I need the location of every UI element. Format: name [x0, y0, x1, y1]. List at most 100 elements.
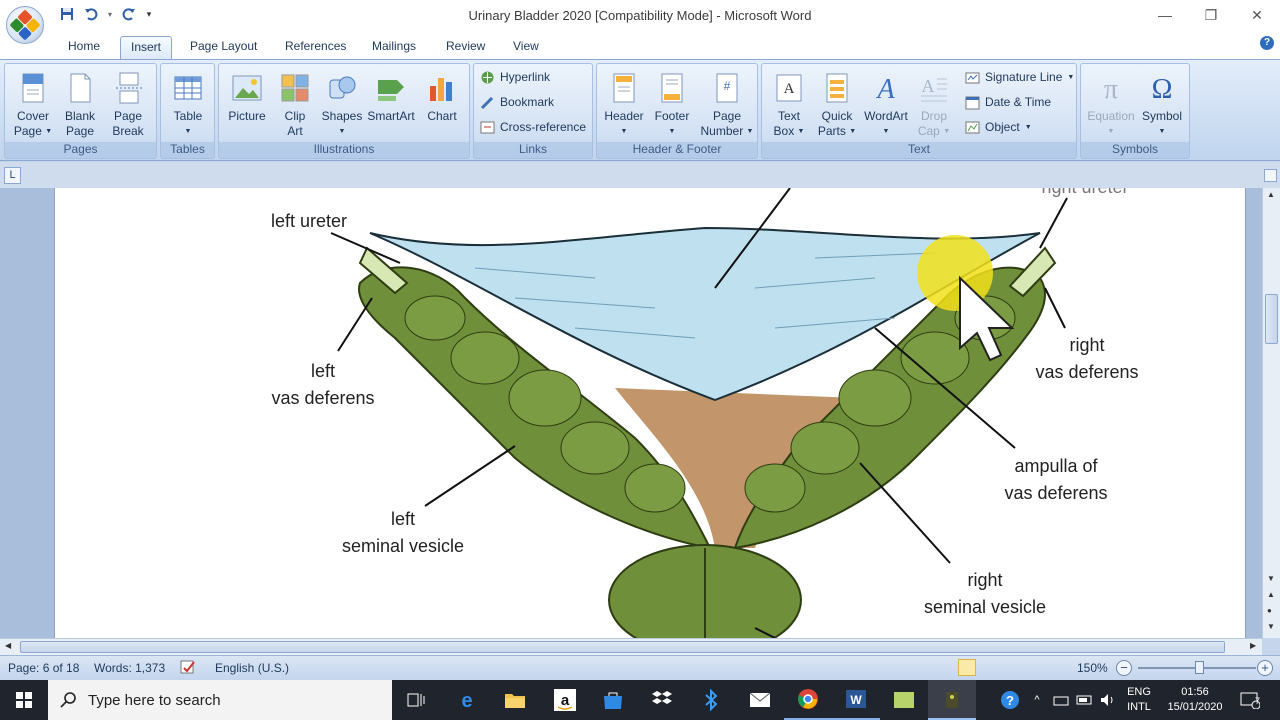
- svg-text:π: π: [1104, 74, 1118, 104]
- tray-chevron-icon[interactable]: ^: [1027, 680, 1047, 720]
- cross-reference-icon: [480, 121, 495, 133]
- picture-button[interactable]: Picture: [223, 68, 271, 124]
- proofing-icon[interactable]: [180, 659, 198, 678]
- group-symbols: π Equation ▼ Ω Symbol ▼ Symbols: [1080, 63, 1190, 159]
- urinary-bladder-diagram[interactable]: [55, 188, 1246, 638]
- scroll-down-icon[interactable]: ▼: [1267, 574, 1275, 583]
- smartart-button[interactable]: SmartArt: [367, 68, 415, 124]
- select-browse-object-icon[interactable]: ●: [1267, 606, 1272, 615]
- view-ruler-icon[interactable]: [1264, 169, 1277, 182]
- page-break-button[interactable]: Page Break: [104, 68, 152, 139]
- header-button[interactable]: Header ▼: [600, 68, 648, 139]
- tab-home[interactable]: Home: [58, 36, 110, 60]
- next-page-icon[interactable]: ▼: [1267, 622, 1275, 631]
- taskbar-notes[interactable]: [880, 680, 928, 720]
- scroll-up-icon[interactable]: ▲: [1267, 190, 1275, 199]
- full-screen-reading-view-icon[interactable]: [980, 659, 998, 676]
- clip-art-button[interactable]: Clip Art: [271, 68, 319, 139]
- bookmark-button[interactable]: Bookmark: [480, 92, 554, 112]
- table-button[interactable]: Table ▼: [164, 68, 212, 139]
- vertical-scroll-thumb[interactable]: [1265, 294, 1278, 344]
- cross-reference-button[interactable]: Cross-reference: [480, 117, 586, 137]
- scroll-left-icon[interactable]: ◀: [5, 641, 11, 650]
- taskbar-chrome[interactable]: [784, 680, 832, 720]
- wordart-button[interactable]: A WordArt ▼: [862, 68, 910, 139]
- word-count[interactable]: Words: 1,373: [94, 661, 165, 675]
- table-icon: [174, 76, 202, 100]
- word-icon: W: [846, 690, 866, 708]
- print-layout-view-icon[interactable]: [958, 659, 976, 676]
- hyperlink-button[interactable]: Hyperlink: [480, 67, 550, 87]
- group-pages-label: Pages: [5, 142, 156, 158]
- vertical-scrollbar[interactable]: ▲ ▼ ▲ ● ▼: [1262, 188, 1280, 638]
- web-layout-view-icon[interactable]: [1002, 659, 1020, 676]
- group-illustrations: Picture Clip Art Shapes ▼ SmartArt Chart…: [218, 63, 470, 159]
- equation-button[interactable]: π Equation ▼: [1085, 68, 1137, 139]
- taskbar-store[interactable]: [589, 680, 637, 720]
- scroll-right-icon[interactable]: ▶: [1250, 641, 1256, 650]
- document-page[interactable]: left ureter right ureter left vas defere…: [54, 188, 1246, 638]
- taskbar-recorder[interactable]: [928, 680, 976, 720]
- tray-battery-icon[interactable]: [1074, 680, 1096, 720]
- zoom-level[interactable]: 150%: [1077, 661, 1108, 675]
- footer-button[interactable]: Footer ▼: [648, 68, 696, 139]
- taskbar-edge[interactable]: e: [443, 680, 491, 720]
- tab-page-layout[interactable]: Page Layout: [180, 36, 267, 60]
- drop-cap-button[interactable]: A Drop Cap ▼: [910, 68, 958, 139]
- blank-page-icon: [70, 73, 91, 103]
- draft-view-icon[interactable]: [1046, 659, 1064, 676]
- restore-button[interactable]: ❐: [1188, 0, 1234, 30]
- tray-help-icon[interactable]: ?: [995, 680, 1025, 720]
- tab-selector-icon[interactable]: L: [4, 167, 21, 184]
- status-bar: Page: 6 of 18 Words: 1,373 English (U.S.…: [0, 655, 1280, 679]
- system-clock[interactable]: 01:56 15/01/2020: [1160, 685, 1230, 715]
- date-time-button[interactable]: Date & Time: [965, 92, 1051, 112]
- zoom-in-button[interactable]: +: [1257, 660, 1273, 676]
- start-button[interactable]: [0, 680, 48, 720]
- group-header-footer-label: Header & Footer: [597, 142, 757, 158]
- outline-view-icon[interactable]: [1024, 659, 1042, 676]
- taskbar-word[interactable]: W: [832, 680, 880, 720]
- page-number-button[interactable]: # Page Number ▼: [699, 68, 755, 139]
- cover-page-button[interactable]: Cover Page ▼: [9, 68, 57, 139]
- taskbar-file-explorer[interactable]: [491, 680, 539, 720]
- tray-volume-icon[interactable]: [1097, 680, 1119, 720]
- zoom-out-button[interactable]: −: [1116, 660, 1132, 676]
- horizontal-scroll-thumb[interactable]: [20, 641, 1225, 653]
- keyboard-language[interactable]: ENG INTL: [1122, 685, 1156, 715]
- blank-page-button[interactable]: Blank Page: [56, 68, 104, 139]
- label-right-vas-deferens: right vas deferens: [1035, 335, 1139, 382]
- zoom-slider-thumb[interactable]: [1195, 661, 1204, 674]
- symbol-button[interactable]: Ω Symbol ▼: [1137, 68, 1187, 139]
- horizontal-scrollbar[interactable]: ◀ ▶: [0, 638, 1262, 655]
- office-button[interactable]: [6, 6, 44, 44]
- svg-text:A: A: [922, 76, 935, 96]
- tab-review[interactable]: Review: [436, 36, 495, 60]
- tray-network-icon[interactable]: [1050, 680, 1072, 720]
- taskbar-amazon[interactable]: a: [541, 680, 589, 720]
- chart-button[interactable]: Chart: [418, 68, 466, 124]
- text-box-button[interactable]: A Text Box ▼: [765, 68, 813, 139]
- close-button[interactable]: ✕: [1234, 0, 1280, 30]
- signature-line-button[interactable]: Signature Line ▼: [965, 67, 1074, 87]
- help-icon[interactable]: ?: [1260, 36, 1274, 50]
- svg-text:A: A: [875, 74, 895, 104]
- tab-insert[interactable]: Insert: [120, 36, 173, 60]
- tab-mailings[interactable]: Mailings: [362, 36, 426, 60]
- taskbar-mail[interactable]: [736, 680, 784, 720]
- minimize-button[interactable]: —: [1142, 0, 1188, 30]
- page-count[interactable]: Page: 6 of 18: [8, 661, 79, 675]
- shapes-button[interactable]: Shapes ▼: [318, 68, 366, 139]
- tab-references[interactable]: References: [275, 36, 356, 60]
- object-button[interactable]: Object ▼: [965, 117, 1032, 137]
- previous-page-icon[interactable]: ▲: [1267, 590, 1275, 599]
- action-center-button[interactable]: 7: [1234, 680, 1266, 720]
- taskbar-bluetooth-app[interactable]: [687, 680, 735, 720]
- taskbar-dropbox[interactable]: [638, 680, 686, 720]
- taskbar-search-box[interactable]: Type here to search: [48, 680, 392, 720]
- task-view-button[interactable]: [392, 680, 440, 720]
- tab-view[interactable]: View: [503, 36, 549, 60]
- clip-art-icon: [281, 74, 309, 102]
- language-indicator[interactable]: English (U.S.): [215, 661, 289, 675]
- quick-parts-button[interactable]: Quick Parts ▼: [813, 68, 861, 139]
